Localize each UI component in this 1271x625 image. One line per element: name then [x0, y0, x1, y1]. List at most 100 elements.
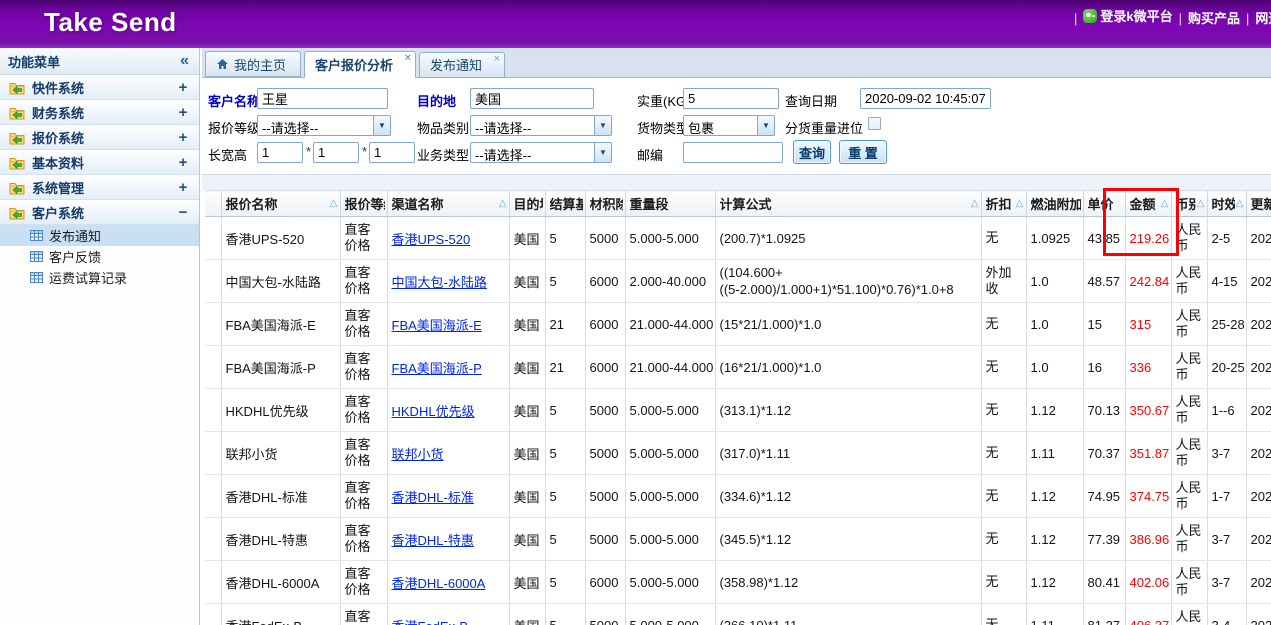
row-select-cell[interactable]	[205, 389, 221, 432]
expand-toggle-icon[interactable]: −	[177, 204, 189, 221]
header-link-登录k微平台[interactable]: 登录k微平台	[1083, 6, 1172, 25]
sidebar-section-0[interactable]: 快件系统+	[0, 75, 199, 100]
row-select-cell[interactable]	[205, 432, 221, 475]
row-select-cell[interactable]	[205, 604, 221, 625]
cell-aging: 3-7	[1207, 518, 1246, 561]
channel-link[interactable]: FBA美国海派-E	[392, 318, 482, 333]
cell-amount: 386.96	[1125, 518, 1171, 561]
cell-aging: 2-5	[1207, 217, 1246, 260]
sidebar-menu: 快件系统+财务系统+报价系统+基本资料+系统管理+客户系统−发布通知客户反馈运费…	[0, 75, 199, 288]
cell-unit_price: 16	[1083, 346, 1125, 389]
cell-amount: 315	[1125, 303, 1171, 346]
cell-formula: (313.1)*1.12	[715, 389, 981, 432]
sort-icon[interactable]: △	[499, 198, 507, 209]
channel-link[interactable]: 香港DHL-6000A	[392, 576, 486, 591]
dropdown-arrow-icon[interactable]: ▼	[594, 143, 611, 162]
channel-link[interactable]: 香港DHL-特惠	[392, 533, 474, 548]
cell-fuel: 1.12	[1026, 561, 1083, 604]
column-header-inner: 燃油附加费	[1027, 194, 1083, 213]
link-separator: |	[1074, 11, 1077, 26]
zip-input[interactable]	[683, 142, 783, 163]
row-select-cell[interactable]	[205, 561, 221, 604]
tab-0[interactable]: 我的主页	[205, 51, 301, 77]
cell-vol_div: 5000	[585, 475, 625, 518]
cell-base: 5	[545, 432, 585, 475]
tab-1[interactable]: 客户报价分析×	[304, 51, 416, 78]
sidebar-section-5[interactable]: 客户系统−	[0, 200, 199, 225]
row-select-cell[interactable]	[205, 518, 221, 561]
column-label: 燃油附加费	[1031, 194, 1081, 213]
app-logo: Take Send	[44, 7, 177, 38]
sidebar-section-1[interactable]: 财务系统+	[0, 100, 199, 125]
sidebar-item-5-0[interactable]: 发布通知	[0, 225, 199, 246]
close-tab-icon[interactable]: ×	[405, 52, 411, 64]
length-input[interactable]	[257, 142, 303, 163]
customer-input[interactable]	[257, 88, 388, 109]
expand-toggle-icon[interactable]: +	[177, 154, 189, 171]
column-label: 时效	[1212, 194, 1235, 213]
sort-icon[interactable]: △	[1236, 198, 1244, 209]
sort-icon[interactable]: △	[1161, 198, 1169, 209]
channel-link[interactable]: 香港FedEx-B	[392, 619, 469, 625]
tab-2[interactable]: 发布通知×	[419, 52, 505, 78]
dropdown-arrow-icon[interactable]: ▼	[757, 116, 774, 135]
height-input[interactable]	[369, 142, 415, 163]
destination-input[interactable]	[470, 88, 594, 109]
sidebar-item-5-2[interactable]: 运费试算记录	[0, 267, 199, 288]
main-content: 我的主页客户报价分析×发布通知× 客户名称 目的地 实重(KG) 查询日期 报价…	[202, 48, 1271, 625]
cell-quote_name: 香港UPS-520	[221, 217, 340, 260]
app-header: Take Send |登录k微平台|购买产品|网速测试	[0, 0, 1271, 48]
channel-link[interactable]: 联邦小货	[392, 447, 444, 462]
sort-icon[interactable]: △	[1197, 198, 1205, 209]
dropdown-arrow-icon[interactable]: ▼	[594, 116, 611, 135]
cargo-type-label: 货物类型	[637, 118, 689, 137]
expand-toggle-icon[interactable]: +	[177, 79, 189, 96]
cell-currency: 人民币	[1171, 217, 1207, 260]
column-header-aging: 时效△	[1207, 191, 1246, 217]
row-select-cell[interactable]	[205, 475, 221, 518]
row-select-cell[interactable]	[205, 346, 221, 389]
row-select-cell[interactable]	[205, 217, 221, 260]
channel-link[interactable]: 中国大包-水陆路	[392, 275, 487, 290]
sidebar-section-3[interactable]: 基本资料+	[0, 150, 199, 175]
channel-link[interactable]: 香港DHL-标准	[392, 490, 474, 505]
item-category-select[interactable]: --请选择-- ▼	[470, 115, 612, 136]
cell-unit_price: 43.85	[1083, 217, 1125, 260]
close-tab-icon[interactable]: ×	[494, 53, 500, 65]
split-weight-checkbox[interactable]	[868, 117, 881, 130]
header-link-网速测试[interactable]: 网速测试	[1255, 8, 1271, 27]
query-date-input[interactable]	[860, 88, 991, 109]
dropdown-arrow-icon[interactable]: ▼	[373, 116, 390, 135]
sort-icon[interactable]: △	[971, 198, 979, 209]
sidebar-section-4[interactable]: 系统管理+	[0, 175, 199, 200]
cell-formula: (334.6)*1.12	[715, 475, 981, 518]
row-select-cell[interactable]	[205, 260, 221, 303]
channel-link[interactable]: 香港UPS-520	[392, 232, 471, 247]
header-link-购买产品[interactable]: 购买产品	[1188, 8, 1240, 27]
sort-icon[interactable]: △	[330, 198, 338, 209]
cell-quote_name: 香港DHL-特惠	[221, 518, 340, 561]
biz-type-select[interactable]: --请选择-- ▼	[470, 142, 612, 163]
channel-link[interactable]: HKDHL优先级	[392, 404, 475, 419]
reset-button[interactable]: 重 置	[839, 140, 887, 164]
sidebar-section-label: 报价系统	[32, 128, 170, 147]
folder-icon	[9, 156, 25, 170]
quote-level-select[interactable]: --请选择-- ▼	[257, 115, 391, 136]
cargo-type-value: 包裹	[684, 116, 757, 135]
expand-toggle-icon[interactable]: +	[177, 104, 189, 121]
collapse-sidebar-icon[interactable]: «	[180, 53, 189, 69]
cargo-type-select[interactable]: 包裹 ▼	[683, 115, 775, 136]
row-select-cell[interactable]	[205, 303, 221, 346]
weight-input[interactable]	[683, 88, 779, 109]
search-button[interactable]: 查询	[793, 140, 831, 164]
column-header-inner: 报价名称△	[222, 194, 340, 213]
zip-label: 邮编	[637, 145, 663, 164]
sort-icon[interactable]: △	[1016, 198, 1024, 209]
sidebar-section-2[interactable]: 报价系统 +	[0, 125, 199, 150]
width-input[interactable]	[313, 142, 359, 163]
sidebar-item-5-1[interactable]: 客户反馈	[0, 246, 199, 267]
cell-updated: 2020	[1246, 604, 1271, 625]
expand-toggle-icon[interactable]: +	[177, 179, 189, 196]
channel-link[interactable]: FBA美国海派-P	[392, 361, 482, 376]
expand-toggle-icon[interactable]: +	[177, 129, 189, 146]
